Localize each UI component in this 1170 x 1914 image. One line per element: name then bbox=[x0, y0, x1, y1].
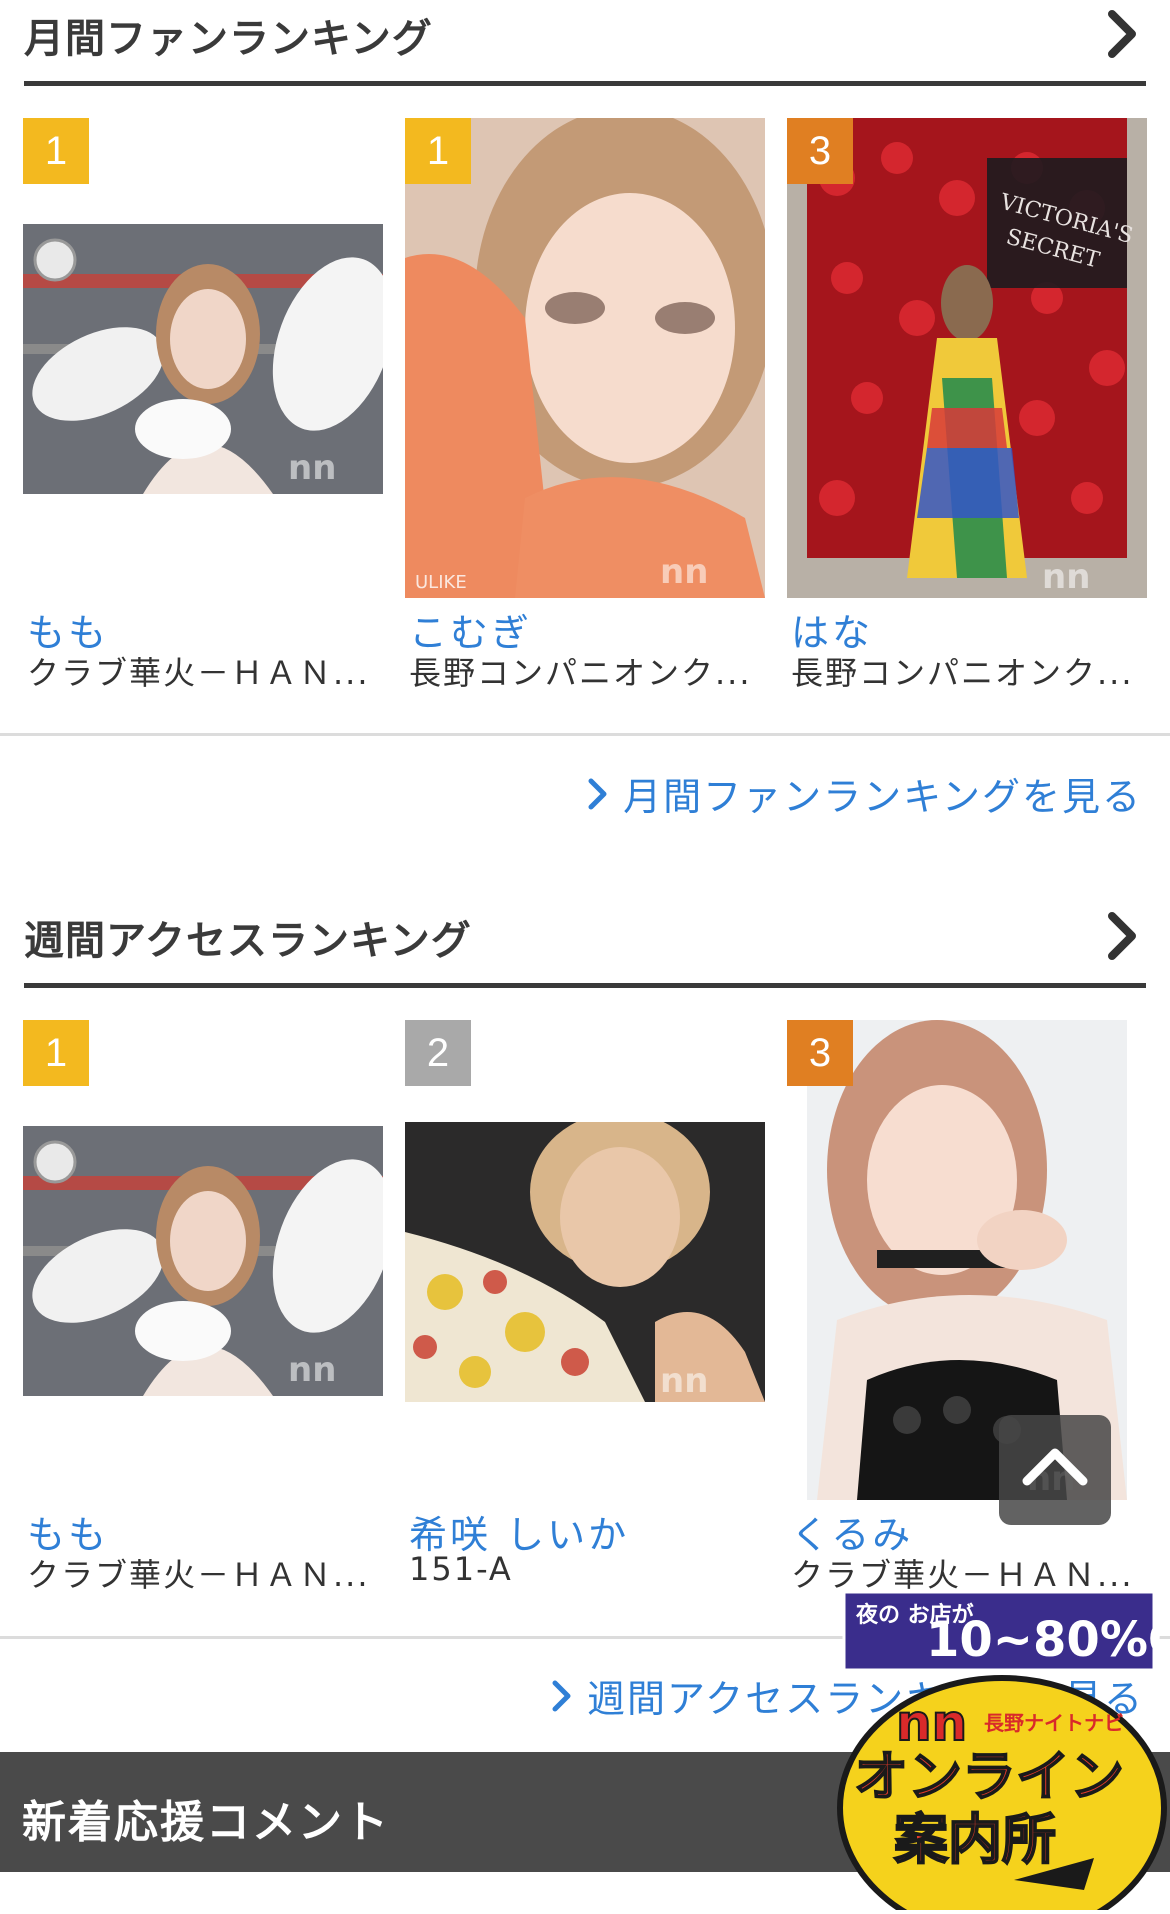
promo-discount: 10~80%OFF bbox=[926, 1612, 1170, 1668]
cast-photo[interactable]: nn bbox=[405, 1122, 765, 1402]
svg-text:nn: nn bbox=[288, 448, 336, 488]
online-guide-promo-banner[interactable]: 夜の お店が 10~80%OFF nn 長野ナイトナビ オンライン 案内所 bbox=[834, 1590, 1170, 1914]
chevron-up-icon bbox=[1022, 1448, 1088, 1486]
chevron-right-icon[interactable] bbox=[1102, 910, 1142, 962]
rank-badge: 3 bbox=[787, 1020, 853, 1086]
ranking-card[interactable]: 2 nn 希咲 しいか 151-A bbox=[405, 1020, 765, 1600]
section-title: 新着応援コメント bbox=[22, 1797, 390, 1848]
shop-name: 151-A bbox=[409, 1550, 513, 1588]
section-title: 月間ファンランキング bbox=[24, 16, 433, 62]
promo-line2: 案内所 bbox=[894, 1808, 1056, 1871]
promo-logo: nn bbox=[896, 1694, 967, 1752]
ranking-card[interactable]: 1 nn もも クラブ華火－ＨＡＮ... bbox=[23, 118, 383, 698]
monthly-ranking-more-link[interactable]: 月間ファンランキングを見る bbox=[587, 766, 1142, 821]
section-header[interactable]: 月間ファンランキング bbox=[24, 0, 1146, 86]
cast-photo[interactable]: ULIKE nn bbox=[405, 118, 765, 598]
shop-name: 長野コンパニオンク... bbox=[791, 654, 1134, 692]
promo-graphic: 夜の お店が 10~80%OFF nn 長野ナイトナビ オンライン 案内所 bbox=[837, 1590, 1170, 1914]
ranking-card[interactable]: 1 ULIKE nn こむぎ 長野コンパニオンク... bbox=[405, 118, 765, 698]
chevron-right-icon bbox=[552, 1680, 571, 1711]
section-title: 週間アクセスランキング bbox=[24, 918, 472, 964]
svg-text:nn: nn bbox=[660, 552, 708, 592]
shop-name: 長野コンパニオンク... bbox=[409, 654, 752, 692]
ranking-card[interactable]: 1 nn もも クラブ華火－ＨＡＮ... bbox=[23, 1020, 383, 1600]
rank-badge: 1 bbox=[405, 118, 471, 184]
more-link-label: 月間ファンランキングを見る bbox=[623, 775, 1142, 819]
chevron-right-icon[interactable] bbox=[1102, 8, 1142, 60]
back-to-top-button[interactable] bbox=[999, 1415, 1111, 1525]
svg-text:nn: nn bbox=[1042, 557, 1090, 597]
svg-text:nn: nn bbox=[660, 1361, 708, 1401]
rank-badge: 2 bbox=[405, 1020, 471, 1086]
ranking-card[interactable]: 3 VICTORIA'S SECRET nn はな 長野コンパニオンク... bbox=[787, 118, 1147, 698]
svg-text:nn: nn bbox=[288, 1350, 336, 1390]
cast-photo[interactable]: nn bbox=[23, 1126, 383, 1396]
shop-name: クラブ華火－ＨＡＮ... bbox=[27, 1556, 370, 1594]
section-header[interactable]: 週間アクセスランキング bbox=[24, 902, 1146, 988]
divider bbox=[0, 733, 1170, 736]
svg-text:ULIKE: ULIKE bbox=[415, 572, 467, 593]
cast-photo[interactable]: nn bbox=[23, 224, 383, 494]
promo-sub: 長野ナイトナビ bbox=[984, 1711, 1124, 1735]
rank-badge: 3 bbox=[787, 118, 853, 184]
rank-badge: 1 bbox=[23, 118, 89, 184]
shop-name: クラブ華火－ＨＡＮ... bbox=[27, 654, 370, 692]
promo-line1: オンライン bbox=[854, 1745, 1124, 1808]
cast-photo[interactable]: VICTORIA'S SECRET nn bbox=[787, 118, 1147, 598]
chevron-right-icon bbox=[588, 778, 607, 809]
rank-badge: 1 bbox=[23, 1020, 89, 1086]
